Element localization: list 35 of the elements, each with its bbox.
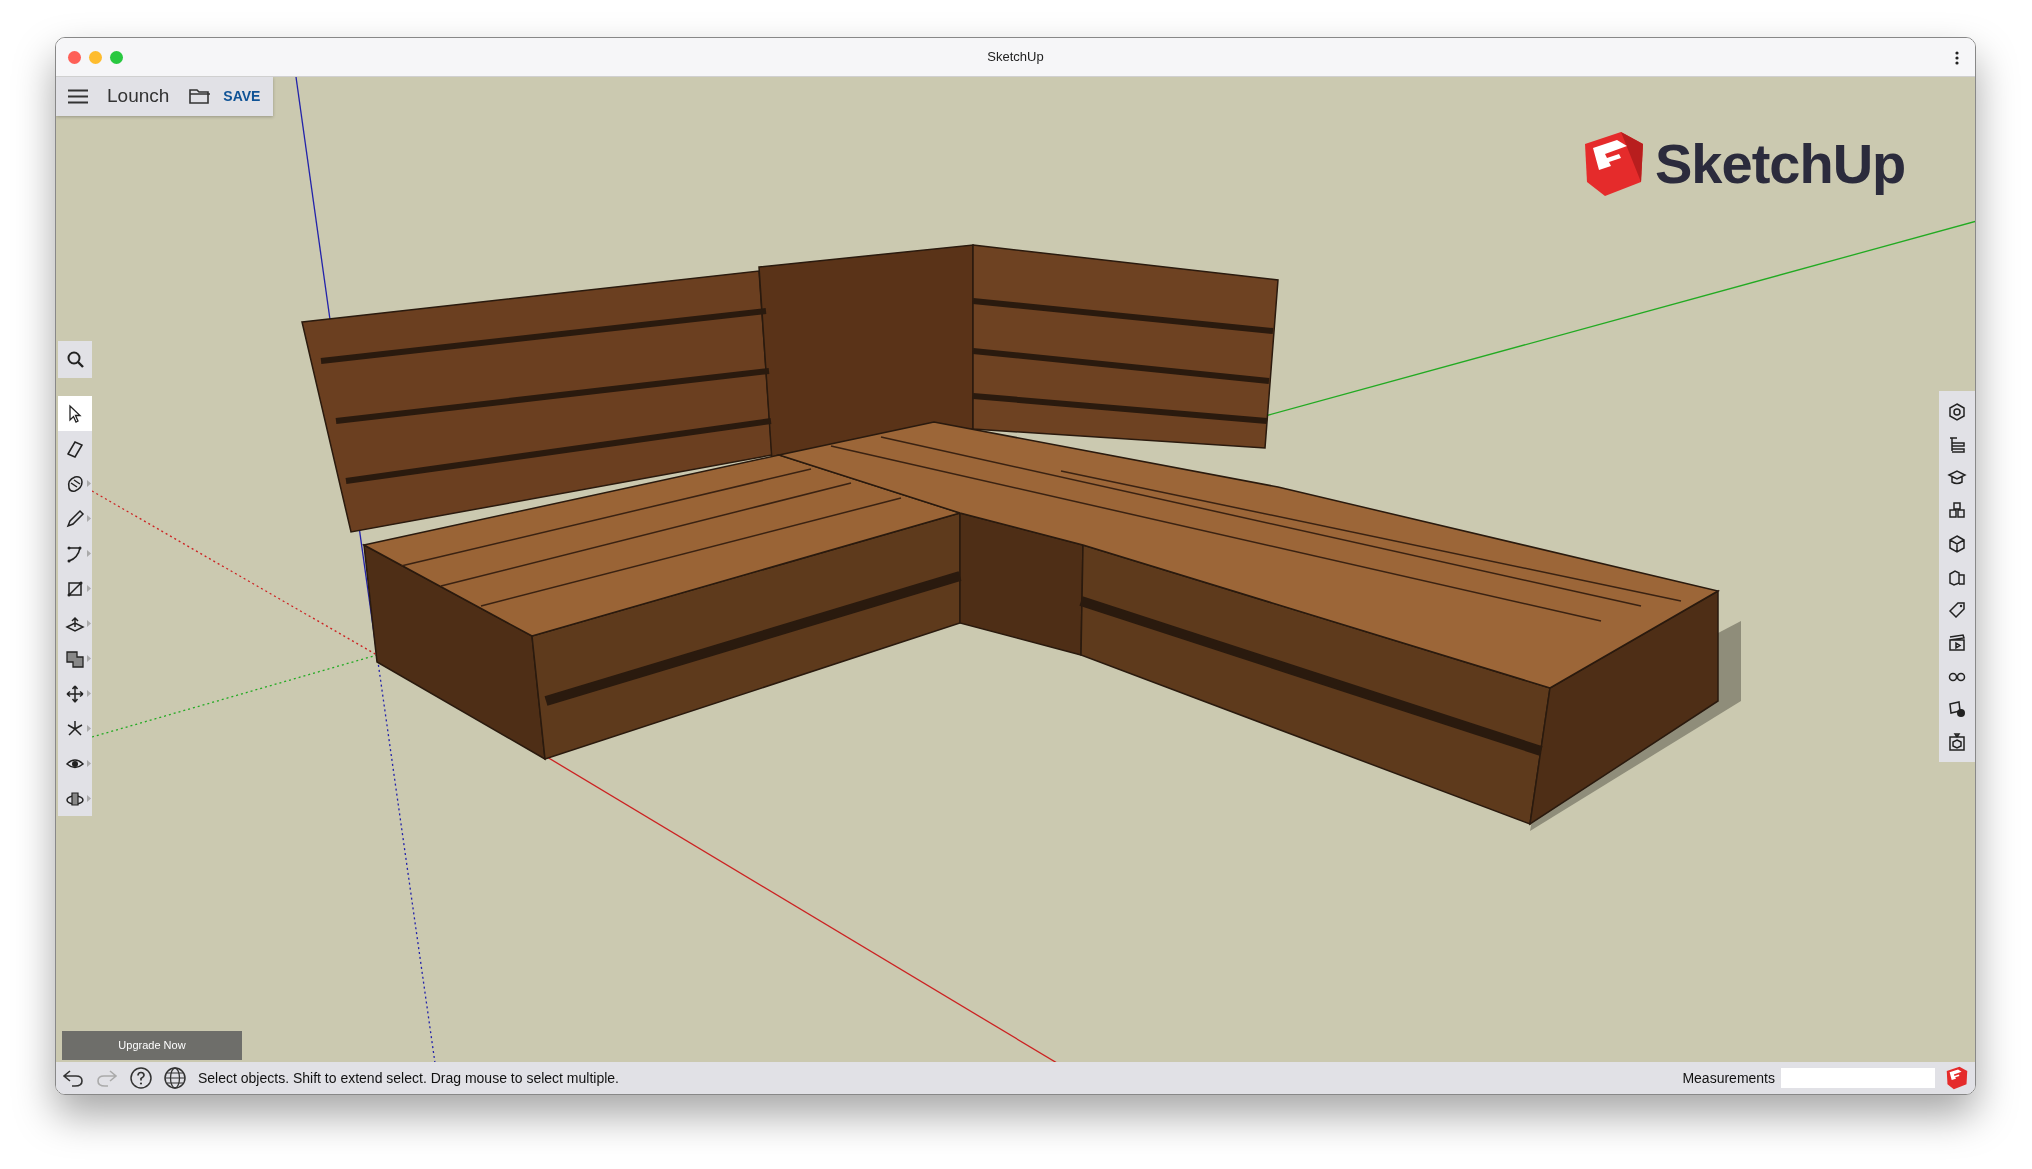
flyout-arrow-icon <box>87 760 91 767</box>
status-hint: Select objects. Shift to extend select. Drag mouse to select multiple. <box>198 1068 619 1088</box>
measurements-field[interactable] <box>1781 1068 1935 1088</box>
flyout-arrow-icon <box>87 550 91 557</box>
logo-text: SketchUp <box>1655 131 1906 197</box>
flyout-arrow-icon <box>87 725 91 732</box>
more-options-icon[interactable] <box>1955 51 1959 65</box>
upgrade-button[interactable]: Upgrade Now <box>62 1031 242 1060</box>
close-button[interactable] <box>68 51 81 64</box>
window-title: SketchUp <box>987 48 1044 67</box>
file-name: Lounch <box>107 84 170 109</box>
flyout-arrow-icon <box>87 620 91 627</box>
flyout-arrow-icon <box>87 515 91 522</box>
measurements-label: Measurements <box>1682 1068 1775 1088</box>
menu-icon[interactable] <box>68 89 88 104</box>
sketchup-logo-icon[interactable] <box>1945 1066 1969 1090</box>
3d-viewport[interactable]: Lounch SAVE SketchUp Upgrade Now <box>56 77 1975 1062</box>
tag-icon[interactable] <box>1947 599 1967 620</box>
globe-icon[interactable] <box>164 1067 186 1089</box>
sketchup-logo-icon <box>1583 130 1645 198</box>
move-icon <box>65 683 85 704</box>
help-icon[interactable] <box>130 1067 152 1089</box>
pencil-icon <box>65 508 85 529</box>
flyout-arrow-icon <box>87 585 91 592</box>
flyout-arrow-icon <box>87 655 91 662</box>
search-icon <box>66 351 84 368</box>
save-button[interactable]: SAVE <box>223 86 261 107</box>
folder-icon[interactable] <box>189 88 212 105</box>
flyout-arrow-icon <box>87 690 91 697</box>
undo-icon[interactable] <box>62 1068 84 1088</box>
tool-button[interactable] <box>58 396 92 431</box>
search-button[interactable] <box>58 341 92 378</box>
flyout-arrow-icon <box>87 480 91 487</box>
flyout-arrow-icon <box>87 795 91 802</box>
eraser-icon <box>65 438 85 459</box>
